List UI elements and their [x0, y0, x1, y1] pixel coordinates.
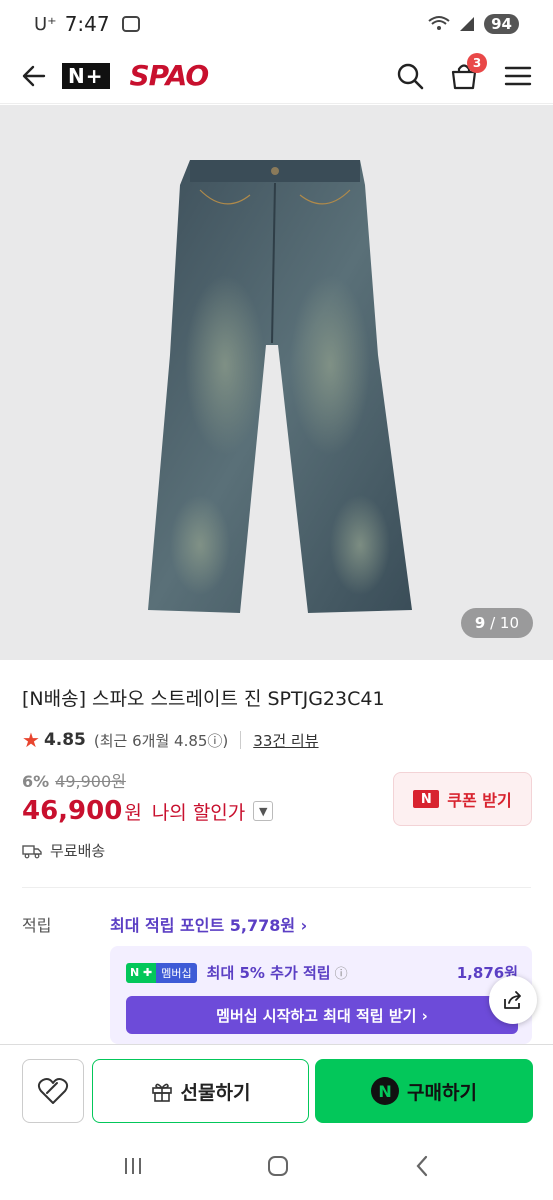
- share-icon: [504, 991, 521, 1009]
- price-unit: 원: [124, 801, 142, 824]
- recent-apps-icon[interactable]: [121, 1155, 145, 1181]
- coupon-button[interactable]: N 쿠폰 받기: [393, 772, 532, 826]
- rating-row: ★ 4.85 (최근 6개월 4.85ⓘ) 33건 리뷰: [22, 728, 319, 752]
- cart-button[interactable]: 3: [449, 52, 487, 91]
- gift-icon: [151, 1083, 172, 1102]
- image-counter: 9 / 10: [460, 608, 533, 638]
- points-label: 적립: [22, 916, 52, 935]
- shipping-label: 무료배송: [50, 842, 106, 860]
- rating-score: 4.85: [43, 730, 86, 750]
- shipping-row: 무료배송: [22, 840, 105, 861]
- product-title: [N배송] 스파오 스트레이트 진 SPTJG23C41: [22, 688, 385, 710]
- divider: [240, 731, 242, 749]
- gift-label: 선물하기: [180, 1081, 251, 1104]
- naver-pay-icon: N: [371, 1077, 400, 1105]
- menu-icon[interactable]: [503, 61, 533, 91]
- membership-tag: 멤버십: [156, 962, 197, 983]
- back-arrow-icon[interactable]: [20, 62, 48, 90]
- chevron-down-icon: ▼: [259, 804, 268, 818]
- wifi-icon: [428, 16, 450, 30]
- cart-count-badge: 3: [467, 52, 487, 73]
- original-price: 49,900원: [55, 772, 126, 791]
- points-row: 적립 최대 적립 포인트 5,778원 ›: [22, 912, 531, 936]
- brand-logo[interactable]: SPAO: [130, 59, 210, 92]
- system-nav-bar: [0, 1136, 553, 1200]
- product-image-gallery[interactable]: 9 / 10: [0, 105, 553, 660]
- naver-membership-logo: N ✚ 멤버십: [126, 962, 197, 983]
- info-icon[interactable]: ⓘ: [335, 963, 348, 982]
- price-label: 나의 할인가: [151, 801, 246, 824]
- reviews-link[interactable]: 33건 리뷰: [253, 730, 318, 751]
- back-nav-icon[interactable]: [412, 1154, 432, 1182]
- gift-button[interactable]: 선물하기: [92, 1059, 309, 1123]
- heart-icon: [37, 1078, 69, 1104]
- nplus-logo[interactable]: N+: [62, 62, 110, 89]
- clock: 7:47: [64, 12, 110, 36]
- search-icon[interactable]: [395, 61, 425, 91]
- max-points-link[interactable]: 최대 적립 포인트 5,778원 ›: [110, 912, 307, 936]
- truck-icon: [22, 844, 42, 858]
- image-counter-total: / 10: [490, 614, 519, 632]
- membership-extra-row: N ✚ 멤버십 최대 5% 추가 적립 ⓘ 1,876원: [126, 962, 518, 983]
- status-bar: U⁺ 7:47 94: [0, 0, 553, 48]
- share-button[interactable]: [489, 976, 537, 1024]
- signal-icon: [460, 17, 475, 31]
- product-image: [148, 160, 412, 613]
- membership-box: N ✚ 멤버십 최대 5% 추가 적립 ⓘ 1,876원 멤버십 시작하고 최대…: [110, 946, 532, 1044]
- buy-label: 구매하기: [407, 1081, 477, 1104]
- screenshot-icon: [121, 16, 140, 32]
- buy-button[interactable]: N 구매하기: [315, 1059, 533, 1123]
- bottom-action-bar: 선물하기 N 구매하기: [0, 1044, 553, 1136]
- carrier-label: U⁺: [34, 13, 57, 35]
- nplus-mini-logo: N ✚: [126, 962, 157, 983]
- coupon-label: 쿠폰 받기: [447, 791, 512, 810]
- app-header: N+ SPAO 3: [0, 48, 553, 104]
- divider: [22, 887, 531, 888]
- battery-indicator: 94: [484, 14, 519, 34]
- star-icon: ★: [22, 728, 40, 752]
- discount-percent: 6%: [22, 772, 50, 791]
- sale-price: 46,900: [22, 796, 123, 826]
- recent-rating[interactable]: (최근 6개월 4.85ⓘ): [94, 730, 228, 751]
- membership-start-button[interactable]: 멤버십 시작하고 최대 적립 받기 ›: [126, 996, 518, 1034]
- price-row: 46,900 원 나의 할인가 ▼: [22, 796, 274, 826]
- extra-points-text: 최대 5% 추가 적립: [206, 964, 331, 982]
- discount-row: 6% 49,900원: [22, 768, 126, 792]
- price-detail-dropdown[interactable]: ▼: [253, 801, 274, 821]
- home-icon[interactable]: [266, 1154, 290, 1182]
- image-counter-current: 9: [474, 614, 486, 632]
- naver-n-icon: N: [413, 790, 440, 808]
- wishlist-button[interactable]: [22, 1059, 84, 1123]
